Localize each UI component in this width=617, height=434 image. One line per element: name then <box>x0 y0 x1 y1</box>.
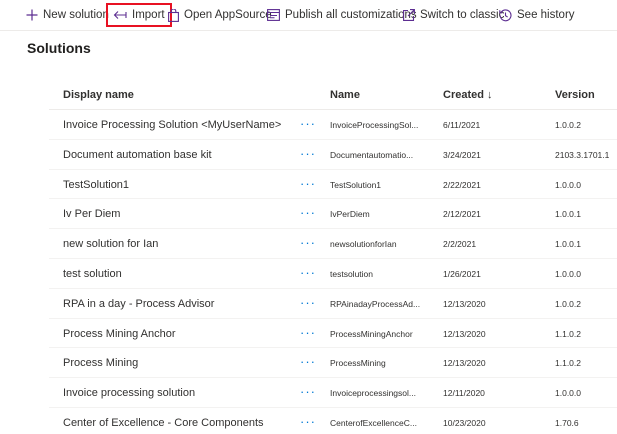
import-button[interactable]: Import <box>106 3 172 27</box>
external-link-icon <box>403 9 415 21</box>
row-created: 2/2/2021 <box>443 239 477 250</box>
row-created: 2/22/2021 <box>443 179 481 190</box>
shopping-bag-icon <box>168 8 179 22</box>
table-row[interactable]: RPA in a day - Process Advisor ··· RPAin… <box>49 289 617 319</box>
switch-classic-label: Switch to classic <box>420 9 505 21</box>
column-header-name[interactable]: Name <box>330 89 360 101</box>
row-display-name[interactable]: Iv Per Diem <box>63 208 120 220</box>
new-solution-button[interactable]: New solution <box>26 3 109 27</box>
open-appsource-button[interactable]: Open AppSource <box>168 3 272 27</box>
column-header-version[interactable]: Version <box>555 89 595 101</box>
row-name: RPAinadayProcessAd... <box>330 298 421 309</box>
row-display-name[interactable]: Process Mining Anchor <box>63 328 176 340</box>
row-display-name[interactable]: Invoice Processing Solution <MyUserName> <box>63 119 281 131</box>
row-version: 2103.3.1701.1 <box>555 149 610 160</box>
row-created: 12/13/2020 <box>443 358 486 369</box>
command-bar: New solution Import Open AppSource Publi… <box>0 0 617 30</box>
more-options-icon[interactable]: ··· <box>300 146 316 161</box>
row-created: 12/13/2020 <box>443 328 486 339</box>
sort-descending-icon: ↓ <box>487 89 493 101</box>
row-version: 1.70.6 <box>555 417 579 428</box>
row-display-name[interactable]: Invoice processing solution <box>63 387 195 399</box>
publish-icon <box>267 9 280 21</box>
plus-icon <box>26 9 38 21</box>
row-version: 1.1.0.2 <box>555 358 581 369</box>
more-options-icon[interactable]: ··· <box>300 265 316 280</box>
row-display-name[interactable]: Document automation base kit <box>63 149 212 161</box>
more-options-icon[interactable]: ··· <box>300 176 316 191</box>
table-row[interactable]: Iv Per Diem ··· IvPerDiem 2/12/2021 1.0.… <box>49 199 617 230</box>
table-row[interactable]: Invoice Processing Solution <MyUserName>… <box>49 110 617 140</box>
row-display-name[interactable]: new solution for Ian <box>63 238 158 250</box>
row-name: Documentautomatio... <box>330 149 414 160</box>
table-row[interactable]: Invoice processing solution ··· Invoicep… <box>49 378 617 408</box>
table-row[interactable]: Center of Excellence - Core Components ·… <box>49 408 617 434</box>
row-name: ProcessMining <box>330 358 386 369</box>
created-header-label: Created <box>443 89 484 101</box>
column-header-created[interactable]: Created ↓ <box>443 89 493 101</box>
row-version: 1.0.0.1 <box>555 239 581 250</box>
more-options-icon[interactable]: ··· <box>300 295 316 310</box>
row-version: 1.0.0.2 <box>555 120 581 130</box>
row-name: CenterofExcellenceC... <box>330 417 417 428</box>
row-created: 10/23/2020 <box>443 417 486 428</box>
row-name: TestSolution1 <box>330 179 382 190</box>
row-name: IvPerDiem <box>330 209 370 220</box>
row-created: 3/24/2021 <box>443 149 481 160</box>
more-options-icon[interactable]: ··· <box>300 205 316 220</box>
row-created: 2/12/2021 <box>443 209 481 220</box>
import-label: Import <box>132 9 165 21</box>
switch-classic-button[interactable]: Switch to classic <box>403 3 504 27</box>
publish-all-label: Publish all customizations <box>285 9 417 21</box>
grid-header: Display name Name Created ↓ Version <box>49 80 617 110</box>
row-version: 1.0.0.0 <box>555 179 581 190</box>
table-row[interactable]: Process Mining ··· ProcessMining 12/13/2… <box>49 348 617 379</box>
row-display-name[interactable]: Process Mining <box>63 357 138 369</box>
row-created: 1/26/2021 <box>443 268 481 279</box>
table-row[interactable]: Process Mining Anchor ··· ProcessMiningA… <box>49 319 617 349</box>
table-row[interactable]: Document automation base kit ··· Documen… <box>49 140 617 170</box>
row-name: newsolutionforIan <box>330 239 397 250</box>
history-icon <box>499 8 512 22</box>
row-display-name[interactable]: test solution <box>63 268 122 280</box>
publish-all-button[interactable]: Publish all customizations <box>267 3 417 27</box>
see-history-button[interactable]: See history <box>499 3 575 27</box>
more-options-icon[interactable]: ··· <box>300 325 316 340</box>
row-created: 12/13/2020 <box>443 298 486 309</box>
table-row[interactable]: new solution for Ian ··· newsolutionforI… <box>49 229 617 259</box>
see-history-label: See history <box>517 9 575 21</box>
more-options-icon[interactable]: ··· <box>300 116 316 131</box>
more-options-icon[interactable]: ··· <box>300 354 316 369</box>
row-name: InvoiceProcessingSol... <box>330 120 419 130</box>
row-version: 1.0.0.1 <box>555 209 581 220</box>
row-version: 1.1.0.2 <box>555 328 581 339</box>
row-name: Invoiceprocessingsol... <box>330 388 416 399</box>
column-header-display-name[interactable]: Display name <box>63 89 134 101</box>
more-options-icon[interactable]: ··· <box>300 384 316 399</box>
row-version: 1.0.0.0 <box>555 268 581 279</box>
new-solution-label: New solution <box>43 9 109 21</box>
page-title: Solutions <box>27 40 91 56</box>
row-version: 1.0.0.2 <box>555 298 581 309</box>
more-options-icon[interactable]: ··· <box>300 414 316 429</box>
row-version: 1.0.0.0 <box>555 388 581 399</box>
table-row[interactable]: test solution ··· testsolution 1/26/2021… <box>49 259 617 289</box>
import-arrow-icon <box>113 10 127 20</box>
table-row[interactable]: TestSolution1 ··· TestSolution1 2/22/202… <box>49 170 617 200</box>
row-name: testsolution <box>330 268 373 279</box>
row-created: 6/11/2021 <box>443 120 481 130</box>
row-created: 12/11/2020 <box>443 388 485 399</box>
solutions-grid: Display name Name Created ↓ Version Invo… <box>49 80 617 434</box>
row-display-name[interactable]: TestSolution1 <box>63 179 129 191</box>
row-name: ProcessMiningAnchor <box>330 328 413 339</box>
row-display-name[interactable]: Center of Excellence - Core Components <box>63 417 264 429</box>
row-display-name[interactable]: RPA in a day - Process Advisor <box>63 298 214 310</box>
open-appsource-label: Open AppSource <box>184 9 272 21</box>
more-options-icon[interactable]: ··· <box>300 235 316 250</box>
toolbar-divider <box>0 30 617 31</box>
